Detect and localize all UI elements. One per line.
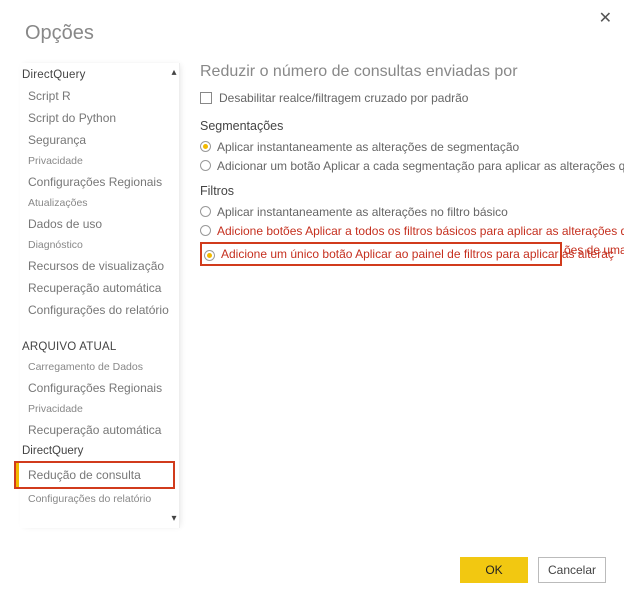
- sidebar-item-seguranca[interactable]: Segurança: [20, 129, 175, 151]
- checkbox-disable-highlight-label: Desabilitar realce/filtragem cruzado por…: [219, 91, 468, 105]
- sidebar-item-recuperacao-automatica-2[interactable]: Recuperação automática: [20, 419, 175, 441]
- filtros-heading: Filtros: [200, 184, 624, 198]
- segmentacoes-heading: Segmentações: [200, 119, 624, 133]
- sidebar-item-config-regionais[interactable]: Configurações Regionais: [20, 171, 175, 193]
- sidebar-item-reducao-consulta[interactable]: Redução de consulta: [14, 461, 175, 489]
- sidebar-item-config-regionais-2[interactable]: Configurações Regionais: [20, 377, 175, 399]
- radio-fil-single-apply-label-cont: ões de uma vez: [564, 242, 624, 258]
- radio-fil-instant-label: Aplicar instantaneamente as alterações n…: [217, 204, 508, 220]
- sidebar-item-privacidade-2[interactable]: Privacidade: [20, 399, 175, 419]
- sidebar-item-script-python[interactable]: Script do Python: [20, 107, 175, 129]
- sidebar-item-privacidade[interactable]: Privacidade: [20, 151, 175, 171]
- sidebar-item-recuperacao-automatica[interactable]: Recuperação automática: [20, 277, 175, 299]
- radio-seg-instant-label: Aplicar instantaneamente as alterações d…: [217, 139, 519, 155]
- main-title: Reduzir o número de consultas enviadas p…: [200, 63, 624, 81]
- sidebar-item-atualizacoes[interactable]: Atualizações: [20, 193, 175, 213]
- sidebar-section-directquery: DirectQuery: [20, 63, 175, 85]
- sidebar-item-recursos-visualizacao[interactable]: Recursos de visualização: [20, 255, 175, 277]
- main-pane: Reduzir o número de consultas enviadas p…: [180, 63, 624, 528]
- cancel-button[interactable]: Cancelar: [538, 557, 606, 583]
- radio-seg-apply-button-label: Adicionar um botão Aplicar a cada segmen…: [217, 158, 624, 174]
- radio-fil-single-apply[interactable]: [204, 250, 215, 261]
- radio-seg-apply-button[interactable]: [200, 160, 211, 171]
- sidebar-item-dados-uso[interactable]: Dados de uso: [20, 213, 175, 235]
- sidebar-scrollbar[interactable]: ▴ ▾: [167, 63, 181, 528]
- close-icon[interactable]: ✕: [599, 8, 612, 28]
- scroll-up-icon[interactable]: ▴: [171, 67, 176, 78]
- radio-fil-instant[interactable]: [200, 206, 211, 217]
- sidebar-item-carregamento-dados[interactable]: Carregamento de Dados: [20, 357, 175, 377]
- dialog-title: Opções: [0, 0, 624, 63]
- sidebar-section-arquivo-atual: ARQUIVO ATUAL: [20, 335, 175, 357]
- sidebar: DirectQuery Script R Script do Python Se…: [20, 63, 180, 528]
- sidebar-item-script-r[interactable]: Script R: [20, 85, 175, 107]
- radio-fil-all-basic-label: Adicione botões Aplicar a todos os filtr…: [217, 223, 624, 239]
- sidebar-item-directquery-2[interactable]: DirectQuery: [20, 441, 175, 461]
- sidebar-item-config-relatorio-2[interactable]: Configurações do relatório: [20, 489, 175, 509]
- sidebar-item-config-relatorio[interactable]: Configurações do relatório: [20, 299, 175, 321]
- scroll-down-icon[interactable]: ▾: [171, 513, 176, 524]
- checkbox-disable-highlight[interactable]: [200, 92, 212, 104]
- highlighted-option-box: Adicione um único botão Aplicar ao paine…: [200, 242, 562, 266]
- radio-fil-single-apply-label: Adicione um único botão Aplicar ao paine…: [221, 246, 614, 262]
- radio-seg-instant[interactable]: [200, 141, 211, 152]
- ok-button[interactable]: OK: [460, 557, 528, 583]
- sidebar-item-diagnostico[interactable]: Diagnóstico: [20, 235, 175, 255]
- radio-fil-all-basic[interactable]: [200, 225, 211, 236]
